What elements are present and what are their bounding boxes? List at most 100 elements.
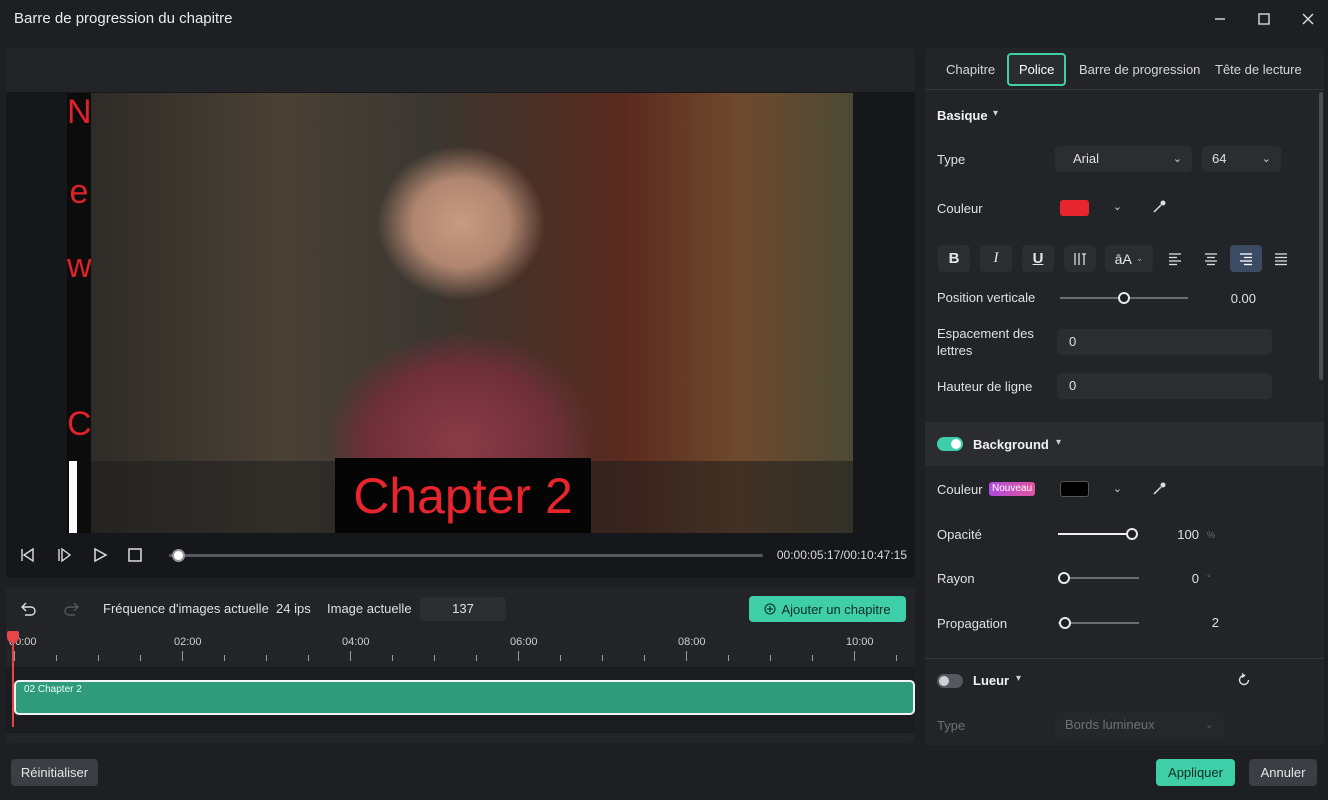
undo-icon[interactable]: [19, 600, 37, 618]
chapter-title-overlay[interactable]: Chapter 2: [335, 458, 591, 533]
ruler-tick: [434, 655, 435, 661]
tab-police[interactable]: Police: [1007, 53, 1067, 86]
preview-panel: N e w C Chapter 2 00:00:05:17/00:10:47:1…: [6, 48, 915, 578]
ruler-tick: [854, 651, 855, 661]
opacity-label: Opacité: [937, 527, 982, 542]
font-family-select[interactable]: Arial ⌄: [1055, 146, 1192, 172]
ruler-tick: [182, 651, 183, 661]
playhead-line[interactable]: [12, 631, 14, 727]
align-left-icon[interactable]: [1159, 245, 1191, 272]
fps-label: Fréquence d'images actuelle: [103, 601, 269, 616]
ruler-tick: [770, 655, 771, 661]
opacity-unit: %: [1207, 530, 1216, 540]
text-color-picker[interactable]: ⌄: [1055, 194, 1134, 220]
scrub-handle[interactable]: [172, 549, 186, 562]
radius-slider[interactable]: [1058, 577, 1139, 579]
ruler-tick: [602, 655, 603, 661]
letter-spacing-label: Espacement des: [937, 326, 1034, 341]
ruler-label: 10:00: [846, 636, 874, 648]
ruler-tick: [560, 655, 561, 661]
strip-letter: e: [69, 173, 89, 211]
opacity-handle[interactable]: [1126, 528, 1138, 540]
glow-header-label[interactable]: Lueur: [973, 673, 1009, 688]
apply-button[interactable]: Appliquer: [1156, 759, 1235, 786]
ruler-tick: [308, 655, 309, 661]
chevron-down-icon: ⌄: [1204, 719, 1214, 731]
align-center-icon[interactable]: [1195, 245, 1227, 272]
ruler-tick: [644, 655, 645, 661]
reset-icon[interactable]: [1236, 672, 1252, 688]
glow-type-label: Type: [937, 718, 966, 733]
basic-collapse-icon[interactable]: ▾: [993, 108, 998, 119]
next-frame-icon[interactable]: [55, 546, 73, 564]
ruler-tick: [476, 655, 477, 661]
vertical-position-handle[interactable]: [1118, 292, 1130, 304]
background-toggle[interactable]: [937, 437, 963, 451]
section-divider: [925, 658, 1324, 659]
chapter-clip[interactable]: 02 Chapter 2: [14, 680, 915, 715]
font-size-select[interactable]: 64 ⌄: [1202, 146, 1281, 172]
strip-letter: C: [67, 405, 92, 443]
ruler-label: 06:00: [510, 636, 538, 648]
spread-value: 2: [1211, 615, 1219, 630]
text-case-dropdown[interactable]: āA ⌄: [1105, 245, 1153, 272]
maximize-icon[interactable]: [1251, 8, 1277, 30]
minimize-icon[interactable]: [1207, 8, 1233, 30]
glow-collapse-icon[interactable]: ▾: [1016, 673, 1021, 684]
align-right-icon[interactable]: [1230, 245, 1262, 272]
tab-tete-de-lecture[interactable]: Tête de lecture: [1215, 62, 1302, 77]
background-header-label[interactable]: Background: [973, 437, 1049, 452]
timeline-panel: Fréquence d'images actuelle 24 ips Image…: [6, 587, 915, 743]
background-collapse-icon[interactable]: ▾: [1056, 437, 1061, 448]
scrub-bar[interactable]: [169, 549, 763, 562]
bg-color-label: Couleur: [937, 482, 983, 497]
chapter-title-text: Chapter 2: [353, 467, 573, 524]
eyedropper-icon[interactable]: [1151, 199, 1167, 215]
strip-letter: w: [67, 247, 92, 285]
font-size-value: 64: [1212, 151, 1227, 166]
text-color-swatch: [1060, 200, 1089, 216]
bold-button[interactable]: B: [938, 245, 970, 272]
fps-value: 24 ips: [276, 601, 311, 616]
glow-toggle[interactable]: [937, 674, 963, 688]
letter-spacing-input[interactable]: 0: [1057, 329, 1272, 355]
bg-color-picker[interactable]: ⌄: [1055, 476, 1134, 502]
previous-frame-icon[interactable]: [18, 546, 36, 564]
ruler-label: 04:00: [342, 636, 370, 648]
opacity-value: 100: [1177, 527, 1199, 542]
video-preview[interactable]: N e w C Chapter 2: [67, 93, 853, 533]
current-frame-input[interactable]: 137: [420, 597, 506, 621]
background-section-header: Background ▾: [925, 422, 1324, 466]
underline-button[interactable]: U: [1022, 245, 1054, 272]
redo-icon[interactable]: [63, 600, 81, 618]
reset-button[interactable]: Réinitialiser: [11, 759, 98, 786]
spread-handle[interactable]: [1059, 617, 1071, 629]
cancel-button[interactable]: Annuler: [1249, 759, 1317, 786]
chapter-clip-label: 02 Chapter 2: [24, 684, 82, 695]
add-chapter-button[interactable]: Ajouter un chapitre: [749, 596, 906, 622]
line-height-input[interactable]: 0: [1057, 373, 1272, 399]
text-direction-icon[interactable]: [1064, 245, 1096, 272]
toggle-knob: [939, 676, 949, 686]
close-icon[interactable]: [1295, 8, 1321, 30]
play-icon[interactable]: [91, 546, 109, 564]
color-label: Couleur: [937, 201, 983, 216]
preview-toolbar: [6, 48, 915, 92]
italic-button[interactable]: I: [980, 245, 1012, 272]
ruler-tick: [812, 655, 813, 661]
panel-scrollbar[interactable]: [1319, 92, 1323, 380]
strip-progress-bar: [69, 461, 77, 533]
eyedropper-icon[interactable]: [1151, 481, 1167, 497]
basic-section-header[interactable]: Basique: [937, 108, 988, 123]
ruler-tick: [14, 651, 15, 661]
glow-type-select[interactable]: Bords lumineux ⌄: [1055, 712, 1224, 738]
stop-icon[interactable]: [126, 546, 144, 564]
add-chapter-label: Ajouter un chapitre: [781, 601, 891, 617]
chevron-down-icon: ⌄: [1135, 253, 1144, 263]
align-justify-icon[interactable]: [1265, 245, 1297, 272]
tab-barre-de-progression[interactable]: Barre de progression: [1079, 62, 1200, 77]
ruler-tick: [224, 655, 225, 661]
tab-chapitre[interactable]: Chapitre: [946, 62, 995, 77]
time-ruler[interactable]: 00:00 02:00 04:00 06:00 08:00 10:00: [6, 631, 915, 665]
radius-handle[interactable]: [1058, 572, 1070, 584]
